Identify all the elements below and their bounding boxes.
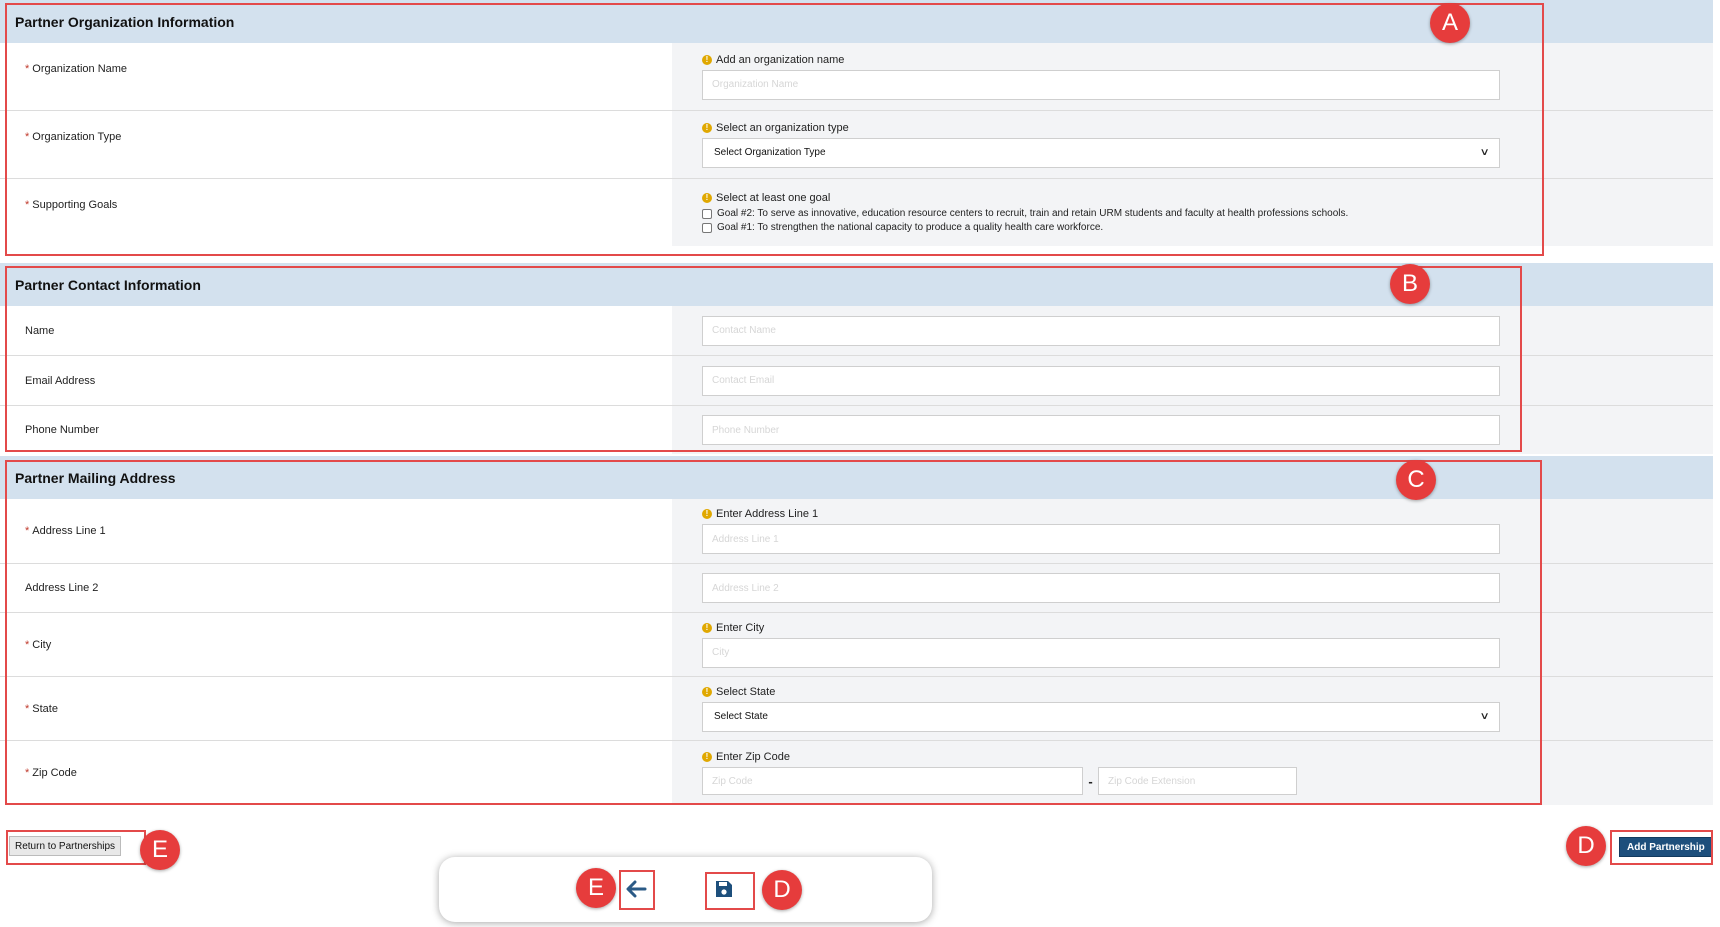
contact-phone-input[interactable] [702,415,1500,445]
contact-email-label: Email Address [25,374,96,387]
callout-badge-c: C [1396,460,1436,500]
contact-name-input[interactable] [702,315,1500,346]
address-line1-hint: ! Enter Address Line 1 [702,508,1713,520]
info-icon: ! [702,193,712,203]
goal-checkbox[interactable] [702,208,712,219]
address-line2-label: Address Line 2 [25,582,99,594]
chevron-down-icon: ∨ [1479,711,1490,722]
contact-info-section: Partner Contact Information Name Email A… [0,263,1713,454]
contact-phone-label: Phone Number [25,424,99,436]
city-hint: ! Enter City [702,622,1713,634]
callout-badge-d-toolbar: D [762,870,802,910]
state-hint: ! Select State [702,686,1713,698]
add-partnership-button[interactable]: Add Partnership [1619,837,1713,857]
org-name-hint: ! Add an organization name [702,54,1713,66]
org-type-select[interactable]: Select Organization Type ∨ [702,137,1500,168]
toolbar-back-button[interactable] [619,872,653,906]
org-name-row: * Organization Name ! Add an organization … [0,43,1713,111]
contact-name-label: Name [25,324,55,337]
zip-label: * Zip Code [25,767,77,779]
floating-toolbar [439,857,932,922]
mailing-address-header: Partner Mailing Address [0,456,1713,499]
address-line2-row: Address Line 2 [0,564,1713,613]
org-type-hint: ! Select an organization type [702,122,1713,134]
zip-hint: ! Enter Zip Code [702,751,1713,763]
callout-badge-b: B [1390,264,1430,304]
contact-email-row: Email Address [0,356,1713,406]
goal-option[interactable]: Goal #2: To serve as innovative, educati… [702,208,1713,219]
state-label: * State [25,702,58,715]
supporting-goals-label: * Supporting Goals [25,199,118,211]
contact-name-row: Name [0,306,1713,356]
contact-phone-row: Phone Number [0,406,1713,454]
mailing-address-section: Partner Mailing Address * Address Line 1 … [0,456,1713,805]
info-icon: ! [702,752,712,762]
address-line2-input[interactable] [702,573,1500,603]
info-icon: ! [702,686,712,697]
info-icon: ! [702,622,712,633]
goal-checkbox[interactable] [702,222,712,233]
city-label: * City [25,638,52,651]
address-line1-row: * Address Line 1 ! Enter Address Line 1 [0,499,1713,564]
info-icon: ! [702,122,712,133]
callout-badge-a: A [1430,3,1470,43]
org-type-row: * Organization Type ! Select an organizati… [0,111,1713,179]
state-row: * State ! Select State Select State ∨ [0,677,1713,741]
callout-badge-e-toolbar: E [576,868,616,908]
info-icon: ! [702,54,712,65]
goals-hint: ! Select at least one goal [702,192,1713,204]
city-row: * City ! Enter City [0,613,1713,677]
floppy-disk-icon [716,881,732,897]
contact-email-input[interactable] [702,365,1500,396]
callout-badge-d: D [1566,826,1606,866]
supporting-goals-row: * Supporting Goals ! Select at least one g… [0,179,1713,246]
org-name-label: * Organization Name [25,63,128,75]
callout-badge-e: E [140,830,180,870]
zip-extension-input[interactable] [1098,767,1297,795]
zip-code-input[interactable] [702,767,1083,795]
arrow-left-icon [626,880,647,898]
zip-row: *Zip Code !Enter Zip Code - [0,741,1713,805]
info-icon: ! [702,509,712,519]
goal-option[interactable]: Goal #1: To strengthen the national capa… [702,222,1713,233]
return-to-partnerships-button[interactable]: Return to Partnerships [9,836,122,856]
city-input[interactable] [702,637,1500,668]
contact-info-header: Partner Contact Information [0,263,1713,306]
partnership-form-page: Partner Organization Information * Organi… [0,0,1720,927]
zip-separator: - [1088,773,1093,789]
toolbar-save-button[interactable] [707,872,741,906]
address-line1-label: * Address Line 1 [25,525,106,537]
chevron-down-icon: ∨ [1479,147,1490,158]
address-line1-input[interactable] [702,524,1500,554]
org-type-label: * Organization Type [25,131,122,143]
org-name-input[interactable] [702,69,1500,100]
state-select[interactable]: Select State ∨ [702,701,1500,732]
